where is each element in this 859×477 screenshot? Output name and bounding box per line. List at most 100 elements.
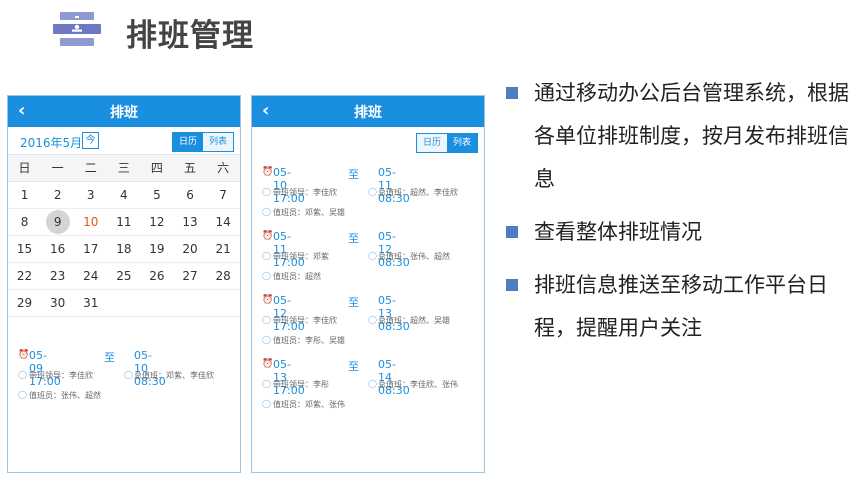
to-label: 至 [348,168,359,181]
day-cell[interactable]: 5 [140,182,173,208]
staff-text: 值班员：邓紫、吴雄 [273,208,345,217]
page-title: 排班管理 [126,18,254,54]
schedule-doc-icon [50,8,104,52]
day-cell[interactable]: 2 [41,182,74,208]
chief-text: 总值班：超然、李佳欣 [378,188,458,197]
calendar-phone-screen: ‹ 排班 2016年5月 今 日历 列表 日 一 二 三 四 五 六 1 2 3… [7,95,241,473]
weekday: 二 [84,161,97,175]
topbar-title: 排班 [354,105,382,121]
bullet-text: 通过移动办公后台管理系统，根据各单位排班制度，按月发布排班信息 [534,81,849,191]
day-cell[interactable]: 17 [74,236,107,262]
tab-list[interactable]: 列表 [447,134,477,152]
day-cell[interactable]: 11 [107,209,140,235]
today-button[interactable]: 今 [82,132,99,149]
leader-text: 带班领导：李彤 [273,380,329,389]
person-icon: ◯ [368,379,377,388]
staff-text: 值班员：李彤、吴雄 [273,336,345,345]
bullet-text: 查看整体排班情况 [534,220,702,244]
person-icon: ◯ [262,251,271,260]
person-icon: ◯ [124,370,133,379]
bullet-item: 通过移动办公后台管理系统，根据各单位排班制度，按月发布排班信息 [506,72,854,201]
calendar-grid: 日 一 二 三 四 五 六 1 2 3 4 5 6 7 8 9 10 11 12… [8,155,240,317]
person-icon: ◯ [18,390,27,399]
week-row: 29 30 31 [8,290,240,317]
tab-list[interactable]: 列表 [203,133,233,151]
bullet-item: 排班信息推送至移动工作平台日程，提醒用户关注 [506,264,854,350]
day-cell[interactable]: 12 [140,209,173,235]
day-cell[interactable]: 18 [107,236,140,262]
clock-icon: ⏰ [262,295,274,305]
clock-icon: ⏰ [18,350,30,360]
topbar: ‹ 排班 [252,96,484,127]
start-time: 05-11 17:00 [273,230,305,269]
person-icon: ◯ [262,315,271,324]
staff-text: 值班员：邓紫、张伟 [273,400,345,409]
day-cell[interactable]: 4 [107,182,140,208]
clock-icon: ⏰ [262,231,274,241]
person-icon: ◯ [262,379,271,388]
weekday: 六 [217,161,230,175]
day-cell[interactable]: 22 [8,263,41,289]
day-cell[interactable]: 31 [74,290,107,316]
tab-calendar[interactable]: 日历 [417,134,447,152]
day-cell[interactable]: 7 [207,182,240,208]
to-label: 至 [348,360,359,373]
day-cell[interactable]: 3 [74,182,107,208]
weekday: 四 [150,161,163,175]
chief-text: 总值班：张伟、超然 [378,252,450,261]
end-time: 05-12 08:30 [378,230,410,269]
chief-text: 总值班：邓紫、李佳欣 [134,371,214,380]
start-time: 05-10 17:00 [273,166,305,205]
day-cell[interactable]: 30 [41,290,74,316]
day-cell[interactable]: 19 [140,236,173,262]
person-icon: ◯ [262,335,271,344]
calendar-header: 2016年5月 今 日历 列表 [8,127,240,155]
day-cell[interactable]: 6 [173,182,206,208]
person-icon: ◯ [368,187,377,196]
view-toggle: 日历 列表 [416,133,478,153]
day-cell [207,290,240,316]
day-cell[interactable]: 14 [207,209,240,235]
start-time: 05-09 17:00 [29,349,61,388]
view-toggle: 日历 列表 [172,132,234,152]
day-cell[interactable]: 26 [140,263,173,289]
list-phone-screen: ‹ 排班 日历 列表 ⏰ 05-10 17:00 至 05-11 08:30 ◯… [251,95,485,473]
day-cell[interactable]: 15 [8,236,41,262]
weekday: 日 [18,161,31,175]
day-cell[interactable]: 1 [8,182,41,208]
leader-text: 带班领导：李佳欣 [273,316,337,325]
day-cell[interactable]: 25 [107,263,140,289]
day-cell[interactable]: 16 [41,236,74,262]
day-cell[interactable]: 24 [74,263,107,289]
end-time: 05-10 08:30 [134,349,166,388]
bullet-square-icon [506,226,518,238]
chief-text: 总值班：李佳欣、张伟 [378,380,458,389]
week-row: 15 16 17 18 19 20 21 [8,236,240,263]
day-cell-selected[interactable]: 9 [41,209,74,235]
day-cell[interactable]: 23 [41,263,74,289]
month-label[interactable]: 2016年5月 [20,134,82,151]
day-cell [107,290,140,316]
person-icon: ◯ [368,251,377,260]
to-label: 至 [348,232,359,245]
day-cell[interactable]: 13 [173,209,206,235]
weekday-row: 日 一 二 三 四 五 六 [8,155,240,182]
bullet-square-icon [506,279,518,291]
day-cell[interactable]: 28 [207,263,240,289]
bullet-item: 查看整体排班情况 [506,211,854,254]
end-time: 05-13 08:30 [378,294,410,333]
clock-icon: ⏰ [262,359,274,369]
day-cell[interactable]: 27 [173,263,206,289]
day-cell[interactable]: 20 [173,236,206,262]
weekday: 一 [51,161,64,175]
clock-icon: ⏰ [262,167,274,177]
to-label: 至 [348,296,359,309]
person-icon: ◯ [262,207,271,216]
day-cell[interactable]: 8 [8,209,41,235]
day-cell[interactable]: 29 [8,290,41,316]
person-icon: ◯ [262,187,271,196]
day-cell-today[interactable]: 10 [74,209,107,235]
end-time: 05-14 08:30 [378,358,410,397]
tab-calendar[interactable]: 日历 [173,133,203,151]
day-cell[interactable]: 21 [207,236,240,262]
